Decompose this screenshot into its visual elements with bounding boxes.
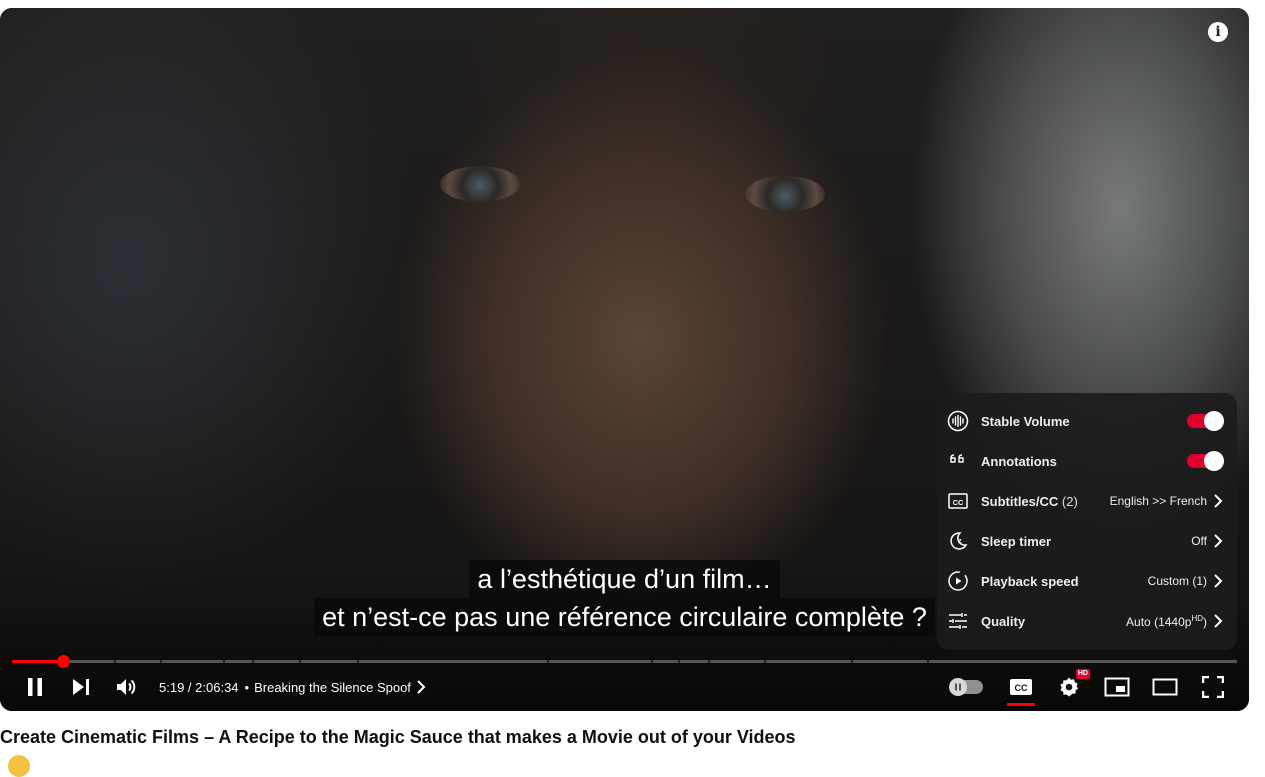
duration: 2:06:34 [195,679,239,695]
pause-button[interactable] [17,672,53,702]
chapter-marker [764,660,767,663]
chapter-title-button[interactable]: • Breaking the Silence Spoof [245,680,426,695]
chevron-right-icon [1214,534,1223,548]
menu-item-value: Off [1191,534,1207,548]
settings-menu: Stable Volume Annotations CC Subtitles/C… [937,393,1237,650]
svg-text:z: z [959,539,962,545]
quality-value-close: ) [1203,614,1207,629]
next-button[interactable] [63,672,99,702]
video-frame-detail [745,176,825,212]
caption-line: a l’esthétique d’un film… [469,560,780,598]
autoplay-toggle[interactable] [949,678,983,696]
chapter-marker [651,660,654,663]
menu-item-label: Annotations [981,453,1057,469]
menu-item-playback-speed[interactable]: Playback speed Custom (1) [937,561,1237,601]
chapter-bullet: • [244,679,250,695]
time-separator: / [184,679,196,695]
player-controls: 5:19 / 2:06:34 • Breaking the Silence Sp… [0,669,1249,706]
video-frame-detail [440,166,520,202]
moon-icon: z [947,530,969,552]
menu-item-label: Sleep timer [981,533,1052,549]
chevron-right-icon [1214,574,1223,588]
time-display: 5:19 / 2:06:34 [159,680,239,695]
menu-item-value: Auto (1440pHD) [1126,614,1207,629]
pause-icon [28,678,42,696]
fullscreen-icon [1202,676,1224,698]
menu-item-sleep-timer[interactable]: z Sleep timer Off [937,521,1237,561]
stable-volume-icon [947,410,969,432]
chapter-marker [252,660,255,663]
cc-icon: CC [947,490,969,512]
caption-line: et n’est-ce pas une référence circulaire… [314,598,935,636]
chapter-marker [357,660,360,663]
stable-volume-toggle[interactable] [1187,411,1224,431]
menu-item-label: Subtitles/CC (2) [981,494,1110,509]
next-icon [73,679,89,695]
quality-value: Auto (1440p [1126,614,1192,629]
chapter-marker [707,660,710,663]
current-time: 5:19 [159,679,185,695]
autoplay-pause-icon [949,678,967,696]
svg-text:CC: CC [953,498,964,507]
chapter-marker [113,660,116,663]
chapter-marker [547,660,550,663]
subtitles-button[interactable]: CC [1003,672,1039,706]
channel-avatar[interactable] [8,755,30,777]
quote-icon [947,450,969,472]
menu-item-annotations[interactable]: Annotations [937,441,1237,481]
volume-button[interactable] [109,672,145,702]
chapter-marker [927,660,930,663]
fullscreen-button[interactable] [1195,672,1231,702]
menu-item-label: Stable Volume [981,413,1070,429]
chapter-title: Breaking the Silence Spoof [254,679,411,695]
chapter-marker [160,660,163,663]
playback-speed-icon [947,570,969,592]
settings-button[interactable]: HD [1051,669,1090,702]
hd-superscript: HD [1191,613,1203,623]
menu-item-subtitles[interactable]: CC Subtitles/CC (2) English >> French [937,481,1237,521]
menu-item-stable-volume[interactable]: Stable Volume [937,401,1237,441]
chevron-right-icon [1214,494,1223,508]
volume-icon [117,679,136,695]
chapter-marker [851,660,854,663]
progress-played [12,660,64,663]
miniplayer-icon [1104,677,1130,697]
video-player[interactable]: i a l’esthétique d’un film… et n’est-ce … [0,8,1249,711]
chevron-right-icon [417,680,426,694]
video-title: Create Cinematic Films – A Recipe to the… [0,727,796,747]
hd-badge: HD [1075,669,1090,679]
cc-icon: CC [1010,679,1032,695]
menu-item-value: English >> French [1109,494,1207,508]
subtitles-count: (2) [1061,493,1078,509]
chapter-marker [298,660,301,663]
progress-bar[interactable] [12,655,1237,668]
subtitles-active-indicator [1007,703,1035,706]
menu-item-quality[interactable]: Quality Auto (1440pHD) [937,601,1237,641]
menu-item-value: Custom (1) [1147,574,1207,588]
theater-mode-button[interactable] [1147,672,1183,702]
chapter-marker [222,660,225,663]
sliders-icon [947,610,969,632]
right-controls: CC HD [949,669,1231,706]
annotations-toggle[interactable] [1187,451,1224,471]
info-icon[interactable]: i [1208,22,1228,42]
menu-item-label: Quality [981,613,1026,629]
miniplayer-button[interactable] [1099,672,1135,702]
gear-icon [1060,677,1079,697]
svg-text:CC: CC [1015,683,1028,693]
chapter-marker [678,660,681,663]
theater-icon [1152,678,1178,696]
menu-item-label: Playback speed [981,573,1079,589]
subtitles-label: Subtitles/CC [981,493,1059,509]
chevron-right-icon [1214,614,1223,628]
